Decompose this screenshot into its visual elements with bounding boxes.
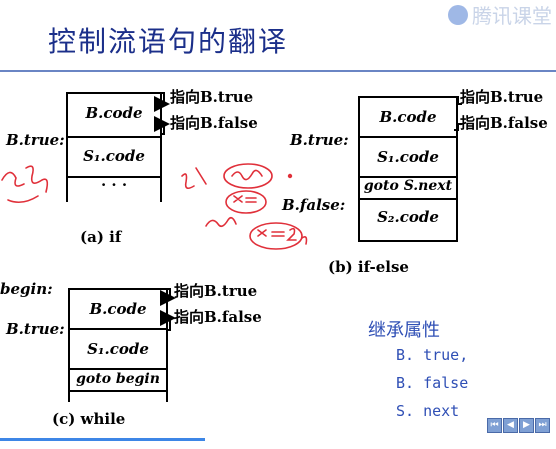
previous-slide-button[interactable]: ◀ [503,418,518,433]
inherited-attributes-heading: 继承属性 [368,320,440,341]
slide-navigation: ⏮ ◀ ▶ ⏭ [487,418,550,433]
note-item-bfalse: B. false [396,374,469,392]
bottom-accent-line [0,438,205,441]
last-slide-button[interactable]: ⏭ [535,418,550,433]
note-item-btrue: B. true, [396,346,469,364]
note-item-snext: S. next [396,402,460,420]
first-slide-button[interactable]: ⏮ [487,418,502,433]
connector-arrows [1,92,462,331]
handwritten-annotation [1,163,308,250]
next-slide-button[interactable]: ▶ [519,418,534,433]
